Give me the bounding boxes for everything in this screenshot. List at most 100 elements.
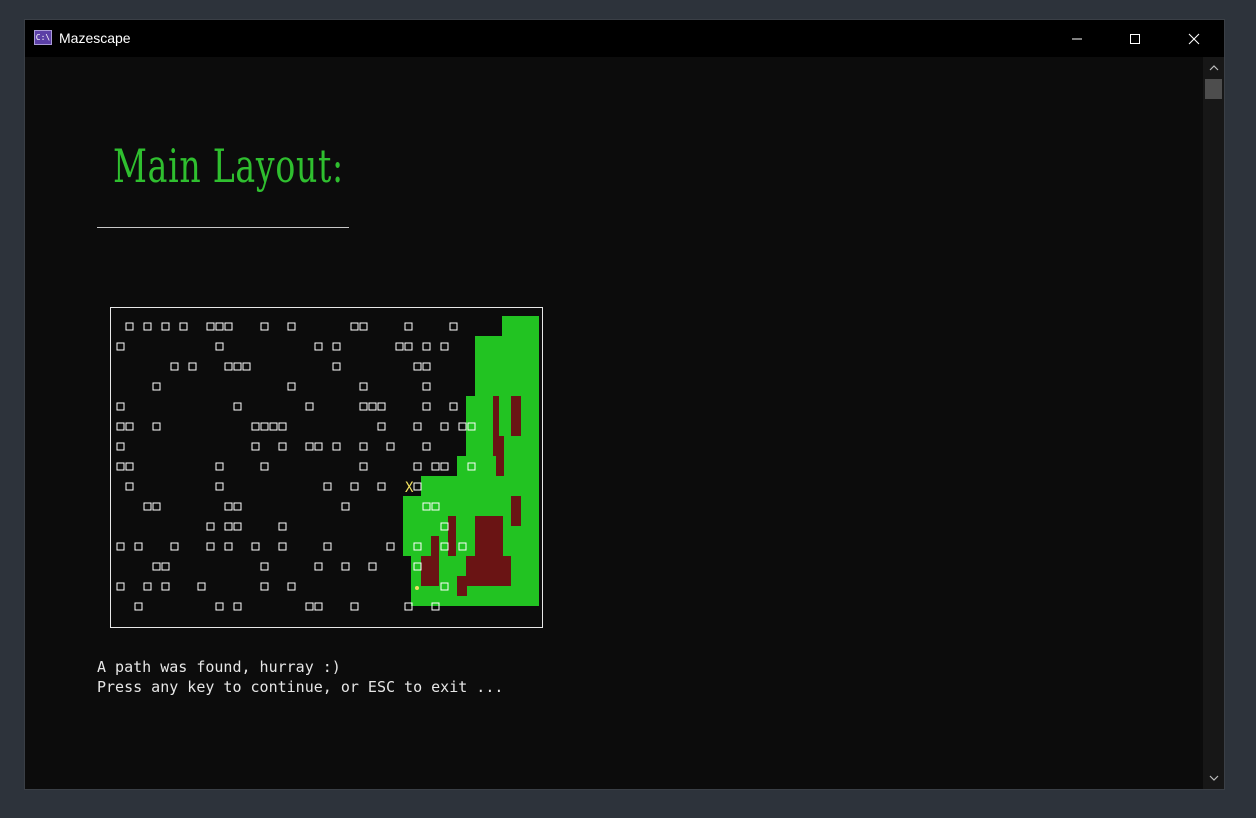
wall-cell bbox=[116, 342, 125, 351]
wall-cell bbox=[260, 562, 269, 571]
wall-cell bbox=[125, 422, 134, 431]
wall-cell bbox=[269, 422, 278, 431]
wall-cell bbox=[116, 542, 125, 551]
wall-cell bbox=[143, 582, 152, 591]
path-cell-3 bbox=[475, 376, 539, 396]
wall-cell bbox=[116, 422, 125, 431]
scroll-up-button[interactable] bbox=[1203, 59, 1224, 77]
wall-cell bbox=[404, 342, 413, 351]
close-icon bbox=[1188, 33, 1200, 44]
path-cell-8 bbox=[421, 476, 539, 496]
chevron-up-icon bbox=[1209, 65, 1218, 71]
wall-cell bbox=[287, 582, 296, 591]
wall-cell bbox=[458, 422, 467, 431]
title-bar[interactable]: C:\ Mazescape bbox=[25, 20, 1224, 57]
wall-cell bbox=[260, 462, 269, 471]
minimize-button[interactable] bbox=[1048, 20, 1106, 57]
vertical-scrollbar[interactable] bbox=[1203, 57, 1224, 789]
wall-cell bbox=[260, 422, 269, 431]
wall-cell bbox=[314, 442, 323, 451]
wall-cell bbox=[368, 402, 377, 411]
dead-end-cell-8 bbox=[457, 576, 467, 596]
wall-cell bbox=[116, 582, 125, 591]
wall-cell bbox=[278, 442, 287, 451]
wall-cell bbox=[260, 582, 269, 591]
close-button[interactable] bbox=[1165, 20, 1223, 57]
maximize-button[interactable] bbox=[1106, 20, 1164, 57]
maze-canvas: X bbox=[116, 316, 539, 611]
wall-cell bbox=[323, 482, 332, 491]
wall-cell bbox=[377, 422, 386, 431]
chevron-down-icon bbox=[1209, 775, 1218, 781]
wall-cell bbox=[386, 542, 395, 551]
wall-cell bbox=[314, 602, 323, 611]
wall-cell bbox=[305, 402, 314, 411]
path-cell-0 bbox=[502, 316, 539, 338]
wall-cell bbox=[404, 602, 413, 611]
dead-end-cell-6 bbox=[466, 556, 511, 586]
wall-cell bbox=[215, 342, 224, 351]
path-cell-11 bbox=[403, 536, 539, 556]
wall-cell bbox=[332, 342, 341, 351]
dead-end-cell-7 bbox=[421, 556, 431, 586]
path-cell-14 bbox=[411, 596, 539, 606]
wall-cell bbox=[233, 502, 242, 511]
wall-cell bbox=[233, 362, 242, 371]
wall-cell bbox=[143, 502, 152, 511]
wall-cell bbox=[143, 322, 152, 331]
wall-cell bbox=[440, 342, 449, 351]
wall-cell bbox=[152, 422, 161, 431]
wall-cell bbox=[377, 402, 386, 411]
wall-cell bbox=[206, 522, 215, 531]
window-title: Mazescape bbox=[59, 30, 131, 46]
wall-cell bbox=[314, 342, 323, 351]
path-cell-4 bbox=[466, 396, 539, 416]
wall-cell bbox=[260, 322, 269, 331]
wall-cell bbox=[422, 382, 431, 391]
wall-cell bbox=[233, 402, 242, 411]
wall-cell bbox=[125, 482, 134, 491]
wall-cell bbox=[332, 442, 341, 451]
continue-prompt: Press any key to continue, or ESC to exi… bbox=[97, 678, 504, 696]
dead-end-cell-1 bbox=[511, 396, 521, 436]
console-content: Main Layout: X A path was found, hurray … bbox=[25, 57, 1203, 789]
wall-cell bbox=[413, 362, 422, 371]
maximize-icon bbox=[1130, 33, 1140, 44]
wall-cell bbox=[422, 402, 431, 411]
wall-cell bbox=[197, 582, 206, 591]
scroll-down-button[interactable] bbox=[1203, 769, 1224, 787]
dead-end-cell-4 bbox=[448, 516, 456, 556]
wall-cell bbox=[449, 322, 458, 331]
wall-cell bbox=[233, 522, 242, 531]
wall-cell bbox=[179, 322, 188, 331]
wall-cell bbox=[125, 462, 134, 471]
wall-cell bbox=[251, 442, 260, 451]
wall-cell bbox=[215, 322, 224, 331]
wall-cell bbox=[413, 462, 422, 471]
wall-cell bbox=[323, 542, 332, 551]
wall-cell bbox=[188, 362, 197, 371]
wall-cell bbox=[116, 402, 125, 411]
wall-cell bbox=[431, 462, 440, 471]
wall-cell bbox=[359, 402, 368, 411]
start-marker: X bbox=[405, 480, 414, 496]
dead-end-cell-9 bbox=[511, 496, 521, 526]
wall-cell bbox=[305, 602, 314, 611]
wall-cell bbox=[287, 322, 296, 331]
wall-cell bbox=[359, 462, 368, 471]
wall-cell bbox=[206, 542, 215, 551]
scroll-thumb[interactable] bbox=[1205, 79, 1222, 99]
wall-cell bbox=[287, 382, 296, 391]
wall-cell bbox=[440, 422, 449, 431]
wall-cell bbox=[224, 522, 233, 531]
wall-cell bbox=[215, 482, 224, 491]
wall-cell bbox=[278, 422, 287, 431]
path-cell-2 bbox=[475, 356, 539, 376]
wall-cell bbox=[116, 462, 125, 471]
wall-cell bbox=[152, 502, 161, 511]
wall-cell bbox=[377, 482, 386, 491]
wall-cell bbox=[224, 322, 233, 331]
dead-end-cell-2 bbox=[496, 436, 504, 476]
wall-cell bbox=[278, 542, 287, 551]
page-title: Main Layout: bbox=[113, 139, 344, 193]
